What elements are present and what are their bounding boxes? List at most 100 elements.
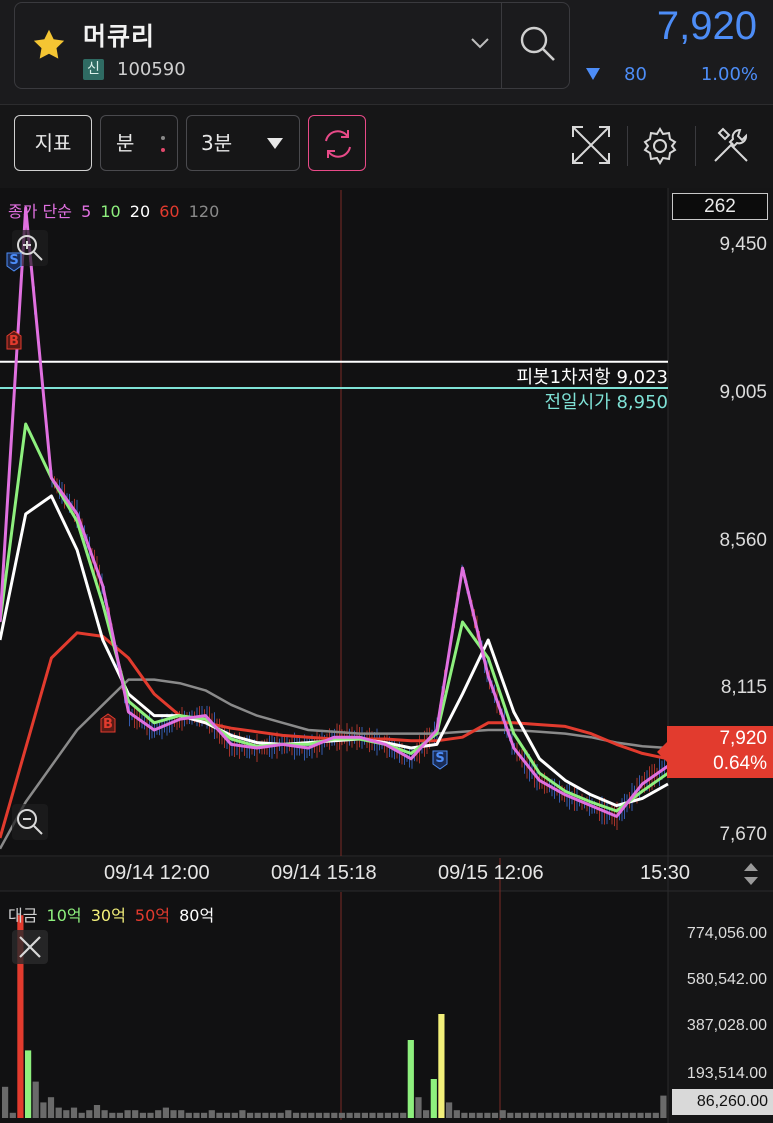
market-badge: 신 (83, 59, 104, 80)
volume-level: 10억 (46, 906, 82, 925)
y-tick: 9,005 (719, 382, 767, 403)
volume-bar (247, 1112, 254, 1118)
volume-bar (9, 1112, 16, 1118)
unit-button[interactable]: 분 (100, 115, 178, 171)
volume-bar (407, 1040, 414, 1118)
volume-bar (40, 1102, 47, 1118)
volume-bar (224, 1112, 231, 1118)
volume-bar (139, 1112, 146, 1118)
expand-icon[interactable] (570, 124, 612, 166)
divider (501, 3, 502, 88)
refresh-button[interactable] (308, 115, 366, 171)
volume-bar (637, 1112, 644, 1118)
favorite-star-icon[interactable] (31, 27, 67, 63)
x-tick: 09/14 12:00 (104, 862, 210, 884)
volume-bar (530, 1112, 537, 1118)
volume-tick: 774,056.00 (686, 925, 767, 942)
volume-bar (346, 1112, 353, 1118)
volume-bar (239, 1110, 246, 1118)
gear-icon[interactable] (640, 126, 680, 166)
volume-bar (2, 1086, 9, 1118)
stock-name: 머큐리 (83, 22, 156, 51)
volume-bar (47, 1097, 55, 1118)
volume-level: 30억 (90, 906, 126, 925)
volume-bar (338, 1112, 345, 1118)
price-chart[interactable] (0, 188, 773, 1123)
volume-bar (78, 1112, 85, 1118)
visible-count[interactable]: 262 (672, 193, 768, 220)
volume-bar (369, 1112, 376, 1118)
volume-bar (430, 1079, 437, 1118)
volume-bar (614, 1112, 621, 1118)
x-tick: 09/14 15:18 (271, 862, 377, 884)
volume-bar (178, 1110, 185, 1118)
volume-bar (377, 1112, 384, 1118)
prev-open-label: 전일시가 8,950 (544, 392, 669, 413)
volume-bar (622, 1112, 629, 1118)
volume-legend: 대금 10억 30억 50억 80억 (8, 902, 218, 926)
volume-bar (55, 1107, 62, 1118)
interval-select[interactable]: 3분 (186, 115, 300, 171)
search-icon[interactable] (515, 21, 561, 67)
sell-marker: S (6, 252, 22, 272)
volume-bar (292, 1112, 300, 1118)
indicator-button[interactable]: 지표 (14, 115, 92, 171)
current-volume-tag: 86,260.00 (672, 1089, 773, 1115)
volume-bar (285, 1110, 292, 1118)
volume-bar (262, 1112, 269, 1118)
volume-bar (216, 1112, 223, 1118)
down-arrow-icon (586, 68, 600, 80)
close-icon[interactable] (12, 930, 48, 964)
legend-ma10: 10 (100, 202, 121, 221)
buy-marker: B (6, 330, 22, 350)
legend-ma120: 120 (188, 202, 220, 221)
tools-icon[interactable] (710, 124, 752, 166)
volume-bar (453, 1110, 460, 1118)
volume-bar (277, 1112, 284, 1118)
legend-ma5: 5 (81, 202, 92, 221)
volume-bar (583, 1112, 590, 1118)
volume-bar (354, 1112, 361, 1118)
volume-bar (476, 1112, 483, 1118)
volume-bar (392, 1112, 399, 1118)
volume-bar (315, 1112, 323, 1118)
chevron-down-icon[interactable] (469, 35, 491, 51)
volume-bar (361, 1112, 368, 1118)
y-tick: 9,450 (719, 234, 767, 255)
resize-arrows-icon[interactable] (740, 860, 762, 888)
volume-bar (109, 1112, 116, 1118)
volume-bar (162, 1107, 169, 1118)
stock-selector[interactable]: 머큐리 신 100590 (14, 2, 570, 89)
caret-down-icon (267, 138, 283, 149)
volume-bar (231, 1112, 238, 1118)
y-tick: 8,115 (720, 677, 767, 698)
dots-icon (161, 136, 165, 152)
divider (627, 126, 628, 166)
volume-bar (193, 1112, 200, 1118)
volume-bar (400, 1112, 407, 1118)
volume-bar (25, 1050, 32, 1118)
current-price-tag: 7,920 0.64% (657, 726, 773, 778)
volume-bar (629, 1112, 636, 1118)
volume-bar (537, 1112, 545, 1118)
volume-bar (545, 1112, 552, 1118)
refresh-icon (325, 130, 351, 158)
volume-bar (591, 1112, 598, 1118)
volume-bar (132, 1110, 139, 1118)
volume-bar (576, 1112, 583, 1118)
zoom-out-icon[interactable] (12, 804, 48, 840)
volume-bar (660, 1095, 667, 1118)
price-change-pct: 1.00% (700, 64, 758, 85)
interval-value: 3분 (201, 131, 233, 155)
volume-tick: 387,028.00 (686, 1017, 767, 1034)
volume-bar (507, 1112, 514, 1118)
volume-bar (415, 1097, 422, 1118)
volume-bar (93, 1105, 101, 1118)
volume-bar (553, 1112, 560, 1118)
volume-bar (423, 1110, 430, 1118)
legend-ma20: 20 (129, 202, 151, 221)
volume-bar (155, 1110, 162, 1118)
volume-bar (323, 1112, 330, 1118)
volume-level: 50억 (134, 906, 171, 925)
pivot-resistance-label: 피봇1차저항 9,023 (516, 367, 668, 388)
